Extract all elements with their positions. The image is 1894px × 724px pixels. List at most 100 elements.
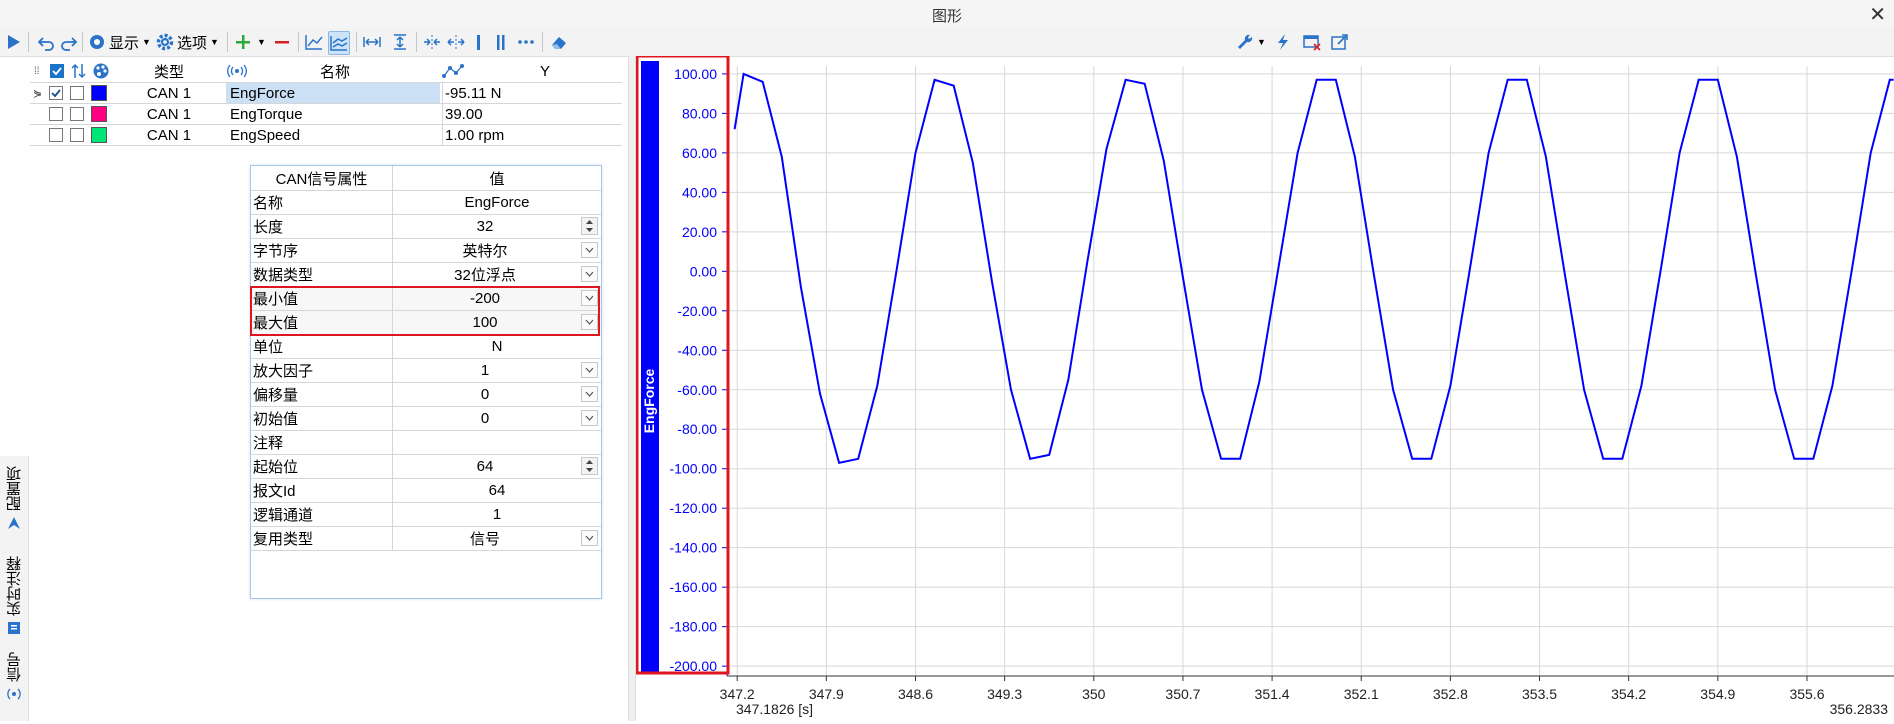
side-tab-config[interactable]: 配置项	[4, 466, 24, 534]
close-icon[interactable]: ✕	[1869, 2, 1886, 27]
y-axis-band[interactable]	[641, 61, 659, 673]
side-tab-annotation[interactable]: 实时注释	[4, 556, 24, 639]
chevron-down-icon[interactable]	[581, 386, 598, 402]
property-row[interactable]: 注释	[251, 431, 601, 455]
spinner-icon[interactable]	[581, 217, 598, 235]
x-tick-label: 355.6	[1789, 686, 1824, 702]
more-icon[interactable]	[516, 31, 536, 53]
compress-icon[interactable]	[422, 31, 442, 53]
undo-icon[interactable]	[37, 31, 55, 53]
column-header-type[interactable]: 类型	[114, 60, 224, 82]
property-value[interactable]: 1	[392, 359, 601, 382]
wrench-menu-button[interactable]: ▼	[1236, 31, 1266, 53]
remove-icon[interactable]	[273, 31, 291, 53]
property-row[interactable]: 单位 N	[251, 335, 601, 359]
row-color-swatch[interactable]	[91, 125, 107, 145]
property-row[interactable]: 长度 32	[251, 215, 601, 239]
chevron-down-icon[interactable]	[581, 266, 598, 282]
signal-table-header: ⁞⁞ 类型 名称 Y	[30, 60, 622, 82]
fit-x-icon[interactable]	[362, 31, 382, 53]
select-all-checkbox[interactable]	[50, 60, 64, 82]
lightning-icon[interactable]	[1275, 31, 1291, 53]
property-row[interactable]: 名称 EngForce	[251, 191, 601, 215]
property-value[interactable]: 英特尔	[392, 239, 601, 262]
display-menu-button[interactable]: 显示 ▼	[88, 31, 151, 53]
y-tick-label: -40.00	[677, 342, 717, 358]
property-value[interactable]: 0	[392, 407, 601, 430]
row-axis-checkbox[interactable]	[70, 104, 84, 124]
row-name: EngForce	[226, 83, 440, 103]
row-axis-checkbox[interactable]	[70, 83, 84, 103]
property-value[interactable]: 32位浮点	[392, 263, 601, 286]
chevron-down-icon[interactable]	[581, 362, 598, 378]
eraser-icon[interactable]	[549, 31, 569, 53]
property-value[interactable]: 1	[392, 503, 601, 526]
chevron-down-icon[interactable]	[581, 530, 598, 546]
property-row[interactable]: 初始值 0	[251, 407, 601, 431]
row-axis-checkbox[interactable]	[70, 125, 84, 145]
property-row[interactable]: 起始位 64	[251, 455, 601, 479]
fit-y-icon[interactable]	[390, 31, 410, 53]
property-value[interactable]: 0	[392, 383, 601, 406]
series-line-EngForce[interactable]	[733, 72, 1894, 464]
redo-icon[interactable]	[60, 31, 78, 53]
table-row[interactable]: CAN 1 EngSpeed 1.00 rpm	[30, 125, 622, 146]
property-value[interactable]: 32	[392, 215, 601, 238]
row-color-swatch[interactable]	[91, 83, 107, 103]
property-row[interactable]: 字节序 英特尔	[251, 239, 601, 263]
multi-line-icon[interactable]	[328, 31, 350, 55]
play-icon[interactable]	[4, 31, 22, 53]
property-value[interactable]: 64	[392, 479, 601, 502]
palette-icon[interactable]	[92, 60, 110, 82]
signal-icon	[6, 686, 22, 705]
export-icon[interactable]	[1330, 31, 1350, 53]
y-tick-label: 80.00	[682, 105, 717, 121]
property-row[interactable]: 数据类型 32位浮点	[251, 263, 601, 287]
property-row[interactable]: 放大因子 1	[251, 359, 601, 383]
property-row[interactable]: 报文Id 64	[251, 479, 601, 503]
table-row[interactable]: CAN 1 EngTorque 39.00	[30, 104, 622, 125]
row-y-value: -95.11 N	[442, 83, 625, 103]
property-name: 注释	[253, 435, 284, 452]
chevron-down-icon[interactable]	[581, 242, 598, 258]
column-header-y[interactable]: Y	[470, 60, 620, 82]
table-row[interactable]: ⋟ CAN 1 EngForce -95.11 N	[30, 82, 622, 104]
property-value[interactable]	[392, 431, 601, 454]
spinner-icon[interactable]	[581, 457, 598, 475]
property-value[interactable]: 信号	[392, 527, 601, 550]
toolbar-separator	[356, 32, 357, 52]
property-row[interactable]: 偏移量 0	[251, 383, 601, 407]
row-color-swatch[interactable]	[91, 104, 107, 124]
line-chart[interactable]: EngForce 100.00 80.00 60.00 40.00 20.00 0.00 -2…	[635, 54, 1894, 721]
side-tab-signal[interactable]: 信号	[4, 652, 24, 705]
add-signal-button[interactable]: ▼	[234, 31, 266, 53]
x-tick-label: 348.6	[898, 686, 933, 702]
toolbar-separator	[416, 32, 417, 52]
cursor-single-icon[interactable]	[472, 31, 486, 53]
property-value-text: 0	[480, 386, 490, 403]
chevron-down-icon[interactable]	[581, 410, 598, 426]
pin-icon	[6, 515, 22, 534]
panel-splitter[interactable]	[628, 56, 636, 721]
row-visible-checkbox[interactable]	[49, 104, 63, 124]
column-header-name[interactable]: 名称	[250, 60, 420, 82]
y-tick-label: 0.00	[690, 263, 717, 279]
row-visible-checkbox[interactable]	[49, 83, 63, 103]
chevron-down-icon: ▼	[142, 37, 151, 47]
y-axis-label: EngForce	[641, 369, 657, 434]
y-tick-label: -160.00	[670, 579, 718, 595]
expand-icon[interactable]	[446, 31, 466, 53]
sort-icon[interactable]	[70, 60, 88, 82]
window-close-icon[interactable]	[1302, 31, 1322, 53]
property-row[interactable]: 逻辑通道 1	[251, 503, 601, 527]
property-row[interactable]: 复用类型 信号	[251, 527, 601, 551]
cursor-double-icon[interactable]	[494, 31, 508, 53]
row-visible-checkbox[interactable]	[49, 125, 63, 145]
property-value[interactable]: EngForce	[392, 191, 601, 214]
chart-area[interactable]: EngForce 100.00 80.00 60.00 40.00 20.00 0.00 -2…	[635, 54, 1894, 721]
property-value[interactable]: N	[392, 335, 601, 358]
property-value[interactable]: 64	[392, 455, 601, 478]
property-value-text: 32位浮点	[454, 267, 516, 284]
line-chart-icon[interactable]	[304, 31, 324, 53]
options-menu-button[interactable]: 选项 ▼	[156, 31, 219, 53]
